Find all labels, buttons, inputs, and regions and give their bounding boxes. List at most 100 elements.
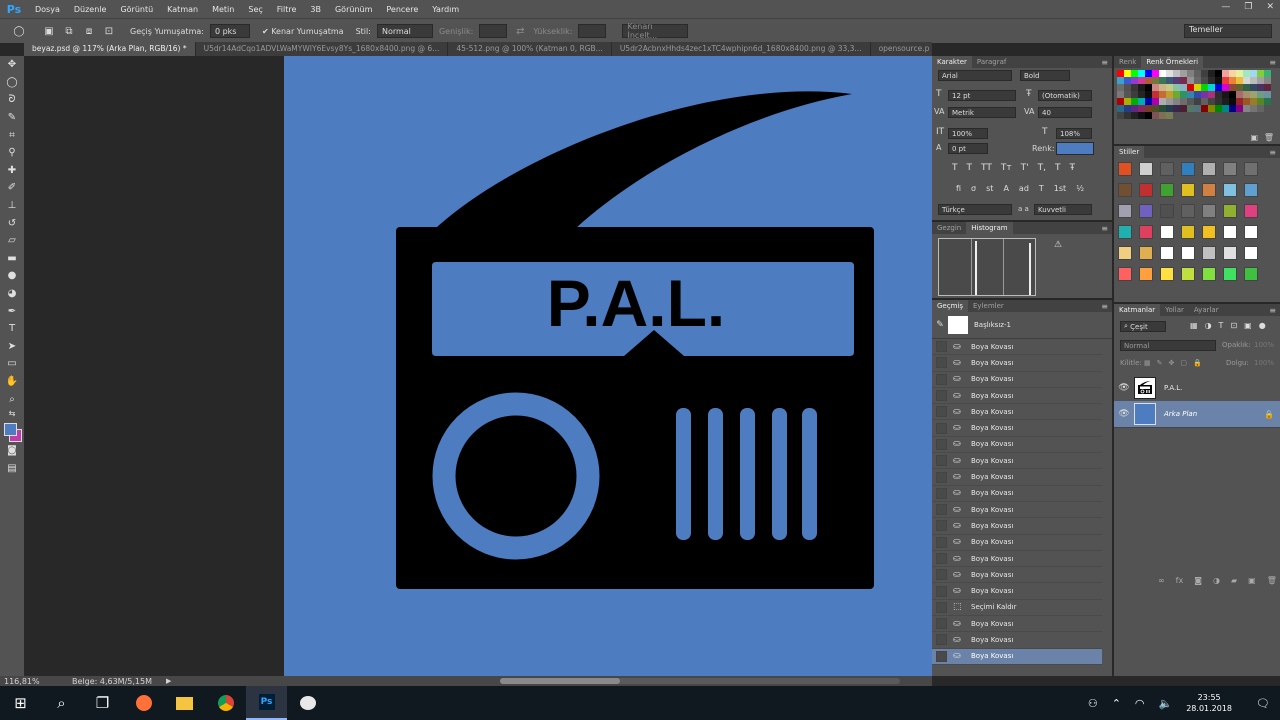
history-item[interactable]: ⛀ Boya Kovası xyxy=(932,437,1102,454)
color-swatch[interactable] xyxy=(1208,70,1215,77)
type-tool-icon[interactable]: T xyxy=(0,320,24,338)
color-swatch[interactable] xyxy=(1180,77,1187,84)
firefox-icon[interactable] xyxy=(123,686,164,720)
font-family-select[interactable]: Arial xyxy=(938,70,1012,81)
tab-histogram[interactable]: Histogram xyxy=(966,222,1013,234)
style-preset[interactable] xyxy=(1223,246,1237,260)
layer-visibility-eye-icon[interactable]: 👁 xyxy=(1114,409,1134,419)
add-mask-icon[interactable]: ◙ xyxy=(1194,576,1202,585)
color-swatch[interactable] xyxy=(1257,98,1264,105)
quick-select-tool-icon[interactable]: ✎ xyxy=(0,109,24,127)
color-swatch[interactable] xyxy=(1145,84,1152,91)
stylistic-alternates-button[interactable]: ad xyxy=(1019,184,1029,193)
color-swatch[interactable] xyxy=(1264,105,1271,112)
menu-window[interactable]: Pencere xyxy=(379,5,425,14)
filter-type-icon[interactable]: T xyxy=(1219,321,1224,330)
color-swatch[interactable] xyxy=(1152,105,1159,112)
menu-3d[interactable]: 3B xyxy=(303,5,328,14)
new-selection-icon[interactable]: ▣ xyxy=(42,24,56,38)
color-swatch[interactable] xyxy=(1173,84,1180,91)
filter-adjustment-icon[interactable]: ◑ xyxy=(1205,321,1212,330)
screen-mode-icon[interactable]: ▤ xyxy=(0,459,24,477)
style-preset[interactable] xyxy=(1181,267,1195,281)
wifi-icon[interactable]: ◠ xyxy=(1135,697,1145,710)
color-swatch[interactable] xyxy=(1138,77,1145,84)
tab-layers[interactable]: Katmanlar xyxy=(1114,304,1161,316)
color-swatch[interactable] xyxy=(1173,70,1180,77)
leading-select[interactable]: (Otomatik) xyxy=(1038,90,1092,101)
strikethrough-button[interactable]: Ŧ xyxy=(1069,163,1075,173)
style-preset[interactable] xyxy=(1118,225,1132,239)
color-swatch[interactable] xyxy=(1208,91,1215,98)
history-item[interactable]: ⛀ Boya Kovası xyxy=(932,648,1102,665)
antialias-checkbox[interactable]: ✔ Kenar Yumuşatma xyxy=(262,27,344,36)
color-swatch[interactable] xyxy=(1257,77,1264,84)
style-preset[interactable] xyxy=(1181,246,1195,260)
filter-shape-icon[interactable]: ⊡ xyxy=(1230,321,1237,330)
history-brush-source-checkbox[interactable] xyxy=(936,650,947,662)
color-swatch[interactable] xyxy=(1166,77,1173,84)
cache-warning-icon[interactable]: ⚠ xyxy=(1054,240,1062,250)
color-swatch[interactable] xyxy=(1145,112,1152,119)
shape-tool-icon[interactable]: ▭ xyxy=(0,355,24,373)
layer-filter-select[interactable]: ⌕ Çeşit xyxy=(1120,321,1166,332)
menu-view[interactable]: Görünüm xyxy=(328,5,379,14)
color-swatch[interactable] xyxy=(1152,91,1159,98)
history-brush-source-checkbox[interactable] xyxy=(936,471,947,483)
menu-type[interactable]: Metin xyxy=(205,5,241,14)
style-preset[interactable] xyxy=(1160,204,1174,218)
color-swatch[interactable] xyxy=(1250,70,1257,77)
color-swatch[interactable] xyxy=(1180,84,1187,91)
color-swatch[interactable] xyxy=(1208,84,1215,91)
style-preset[interactable] xyxy=(1139,267,1153,281)
color-swatch[interactable] xyxy=(1257,91,1264,98)
color-swatch[interactable] xyxy=(1243,70,1250,77)
people-icon[interactable]: ⚇ xyxy=(1088,697,1098,710)
color-swatch[interactable] xyxy=(1243,98,1250,105)
text-color-swatch[interactable] xyxy=(1056,142,1094,155)
color-swatch[interactable] xyxy=(1208,98,1215,105)
opacity-value[interactable]: 100% xyxy=(1254,341,1274,349)
history-brush-source-checkbox[interactable] xyxy=(936,553,947,564)
history-item[interactable]: ⛀ Boya Kovası xyxy=(932,355,1102,372)
color-swatch[interactable] xyxy=(1138,70,1145,77)
vertical-scale-input[interactable]: 100% xyxy=(948,128,988,139)
color-swatch[interactable] xyxy=(1159,105,1166,112)
tracking-select[interactable]: 40 xyxy=(1038,107,1092,118)
tab-history[interactable]: Geçmiş xyxy=(932,300,968,312)
chrome-icon[interactable] xyxy=(205,686,246,720)
paint-app-icon[interactable] xyxy=(287,686,328,720)
color-swatch[interactable] xyxy=(1201,105,1208,112)
pen-tool-icon[interactable]: ✒ xyxy=(0,302,24,320)
color-swatch[interactable] xyxy=(1131,98,1138,105)
style-preset[interactable] xyxy=(1118,267,1132,281)
subscript-button[interactable]: T, xyxy=(1038,163,1046,173)
tab-paths[interactable]: Yollar xyxy=(1160,304,1189,316)
color-swatch[interactable] xyxy=(1264,70,1271,77)
font-size-select[interactable]: 12 pt xyxy=(948,90,1016,101)
swatch-grid[interactable] xyxy=(1117,70,1277,119)
search-icon[interactable]: ⌕ xyxy=(41,686,82,720)
style-preset[interactable] xyxy=(1202,267,1216,281)
color-swatch[interactable] xyxy=(1250,77,1257,84)
color-swatch[interactable] xyxy=(1215,84,1222,91)
history-brush-source-checkbox[interactable] xyxy=(936,455,947,467)
color-swatch[interactable] xyxy=(1215,70,1222,77)
style-preset[interactable] xyxy=(1181,183,1195,197)
color-swatch[interactable] xyxy=(1222,70,1229,77)
feather-input[interactable]: 0 pks xyxy=(209,24,250,38)
color-swatch[interactable] xyxy=(1124,84,1131,91)
marquee-tool-icon[interactable]: ◯ xyxy=(0,74,24,92)
style-preset[interactable] xyxy=(1160,246,1174,260)
color-swatch[interactable] xyxy=(1264,77,1271,84)
color-swatch[interactable] xyxy=(1145,98,1152,105)
color-swatch[interactable] xyxy=(1166,70,1173,77)
clock[interactable]: 23:55 28.01.2018 xyxy=(1186,692,1232,714)
color-swatch[interactable] xyxy=(1131,84,1138,91)
color-swatch[interactable] xyxy=(1187,77,1194,84)
tab-document-3[interactable]: 45-512.png @ 100% (Katman 0, RGB... xyxy=(448,42,612,56)
quick-mask-icon[interactable]: ◙ xyxy=(0,442,24,460)
discretionary-ligatures-button[interactable]: st xyxy=(986,184,993,193)
color-swatch[interactable] xyxy=(1187,70,1194,77)
color-swatch[interactable] xyxy=(1145,91,1152,98)
